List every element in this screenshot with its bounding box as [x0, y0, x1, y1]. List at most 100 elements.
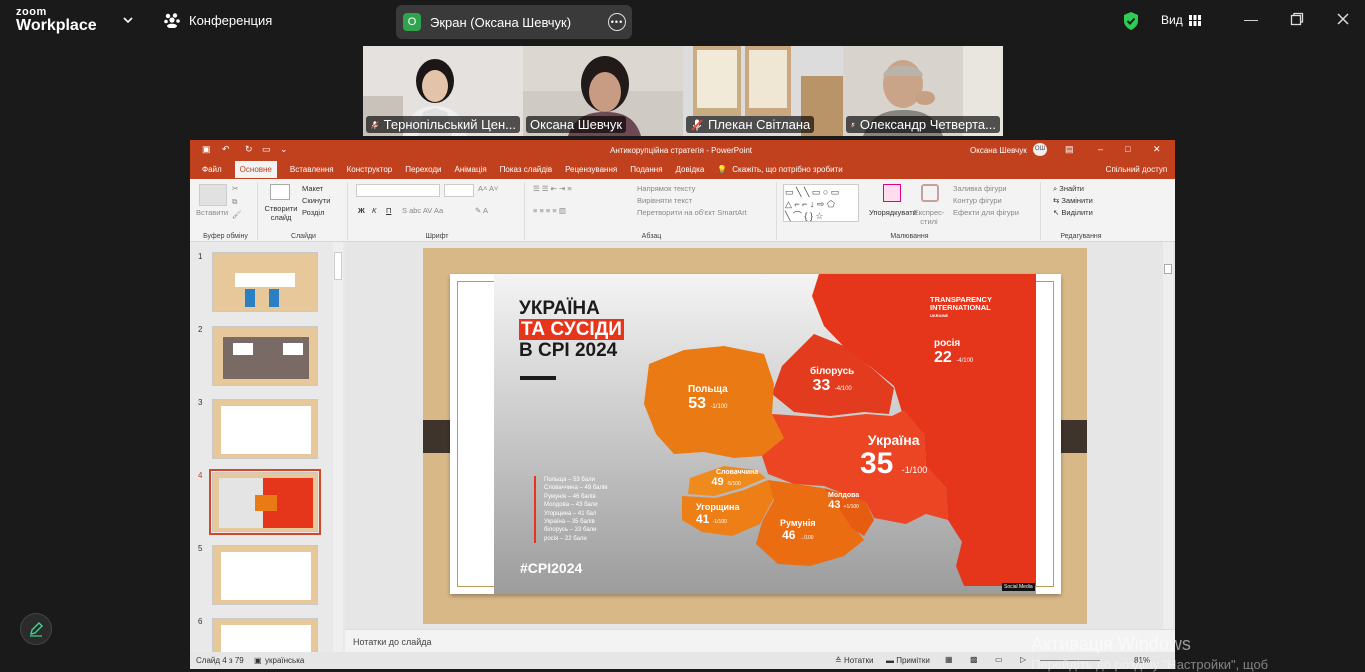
- normal-view-icon[interactable]: ▦: [945, 655, 953, 664]
- chevron-down-icon[interactable]: [121, 13, 135, 27]
- participant-tile-active[interactable]: Оксана Шевчук: [523, 46, 683, 136]
- country-name: Румунія: [780, 518, 816, 528]
- shape-fill-button[interactable]: Заливка фігури: [953, 184, 1007, 193]
- format-painter-icon[interactable]: 🖌: [232, 210, 242, 219]
- tab-file[interactable]: Файл: [202, 165, 222, 174]
- slide-number: 6: [198, 617, 203, 626]
- country-score-line: 46 →/100: [780, 528, 816, 542]
- smartart-button[interactable]: Перетворити на об'єкт SmartArt: [637, 208, 747, 217]
- thumbnail-scrollbar[interactable]: [333, 242, 343, 652]
- shield-check-icon[interactable]: [1122, 11, 1140, 31]
- cut-icon[interactable]: ✂: [232, 184, 238, 193]
- slide-thumbnail[interactable]: [212, 252, 318, 312]
- close-icon[interactable]: ✕: [1153, 144, 1161, 155]
- tab-transitions[interactable]: Переходи: [405, 165, 441, 174]
- customize-icon[interactable]: ⌄: [280, 144, 288, 155]
- paste-button[interactable]: Вставити: [196, 208, 228, 217]
- undo-icon[interactable]: ↶: [222, 144, 230, 155]
- slide-thumbnail[interactable]: [212, 399, 318, 459]
- underline-button[interactable]: П: [386, 206, 391, 215]
- copy-icon[interactable]: ⧉: [232, 197, 237, 207]
- italic-button[interactable]: К: [372, 206, 376, 215]
- tab-review[interactable]: Рецензування: [565, 165, 617, 174]
- country-max: /100: [909, 465, 928, 475]
- participant-tile[interactable]: Плекан Світлана: [683, 46, 843, 136]
- canvas-scrollbar[interactable]: [1163, 242, 1173, 629]
- comments-toggle[interactable]: ▬ Примітки: [886, 656, 930, 665]
- quick-styles-icon[interactable]: [921, 184, 939, 202]
- arrange-button[interactable]: Упорядкувати: [869, 208, 917, 217]
- presentation-icon[interactable]: ▭: [262, 144, 271, 155]
- tell-me-search[interactable]: Скажіть, що потрібно зробити: [732, 165, 842, 174]
- tab-view[interactable]: Подання: [630, 165, 662, 174]
- country-max: /100: [849, 504, 859, 510]
- bold-button[interactable]: Ж: [358, 206, 365, 215]
- ribbon-display-icon[interactable]: ▤: [1065, 144, 1074, 155]
- layout-button[interactable]: Макет: [302, 184, 323, 193]
- shape-outline-button[interactable]: Контур фігури: [953, 196, 1002, 205]
- paste-icon[interactable]: [199, 184, 227, 206]
- tab-animations[interactable]: Анімація: [454, 165, 486, 174]
- bullets-icon[interactable]: ☰ ☰ ⇤ ⇥ ≡: [533, 184, 572, 193]
- view-button[interactable]: Вид: [1161, 13, 1201, 27]
- align-text-button[interactable]: Вирівняти текст: [637, 196, 692, 205]
- close-icon[interactable]: [1336, 12, 1350, 26]
- share-button[interactable]: Спільний доступ: [1106, 165, 1168, 174]
- country-name: росія: [934, 338, 961, 349]
- new-slide-icon[interactable]: [270, 184, 290, 200]
- replace-button[interactable]: ⇆ Замінити: [1053, 196, 1093, 205]
- restore-icon[interactable]: [1290, 12, 1304, 26]
- notes-toggle[interactable]: ≙ Нотатки: [835, 656, 873, 665]
- participant-tile[interactable]: Олександр Четверта...: [843, 46, 1003, 136]
- more-options-icon[interactable]: •••: [608, 13, 626, 31]
- tab-slideshow[interactable]: Показ слайдів: [500, 165, 552, 174]
- tab-help[interactable]: Довідка: [676, 165, 705, 174]
- tab-home[interactable]: Основне: [234, 161, 277, 178]
- meeting-button[interactable]: Конференция: [163, 12, 272, 28]
- slideshow-icon[interactable]: ▷: [1020, 655, 1026, 664]
- find-button[interactable]: ⌕ Знайти: [1053, 184, 1084, 194]
- language-indicator[interactable]: українська: [265, 656, 304, 665]
- slide-title: УКРАЇНА ТА СУСІДИ В CPI 2024: [519, 298, 624, 361]
- screen-share-indicator[interactable]: О Экран (Оксана Шевчук) •••: [396, 5, 632, 39]
- participant-tile[interactable]: Тернопільський Цен...: [363, 46, 523, 136]
- slide-thumbnail-selected[interactable]: [209, 469, 321, 535]
- slide-thumbnail[interactable]: [212, 618, 318, 653]
- save-icon[interactable]: ▣: [202, 144, 211, 155]
- highlight-color-icon[interactable]: ✎ A: [475, 206, 488, 215]
- participant-name: Плекан Світлана: [708, 117, 811, 132]
- arrange-icon[interactable]: [883, 184, 901, 202]
- slide-thumbnail[interactable]: [212, 545, 318, 605]
- slide-sorter-icon[interactable]: ▩: [970, 655, 978, 664]
- strikethrough-icon[interactable]: S abc AV Aa: [402, 206, 443, 215]
- grid-icon: [1188, 14, 1201, 26]
- quick-styles-button[interactable]: Експрес-стилі: [912, 208, 946, 226]
- font-size-increase-icon[interactable]: A˄ A˅: [478, 184, 498, 193]
- tab-design[interactable]: Конструктор: [347, 165, 393, 174]
- section-button[interactable]: Розділ: [302, 208, 324, 217]
- font-name-select[interactable]: [356, 184, 440, 197]
- reading-view-icon[interactable]: ▭: [995, 655, 1003, 664]
- minimize-icon[interactable]: —: [1244, 12, 1258, 26]
- slide-number: 2: [198, 325, 203, 334]
- shapes-gallery[interactable]: ▭ ╲ ╲ ▭ ○ ▭ △ ⌐ ⌐ ↓ ⇨ ⬠ ╲ ⌒ { } ☆: [783, 184, 859, 222]
- tab-insert[interactable]: Вставлення: [290, 165, 334, 174]
- maximize-icon[interactable]: □: [1125, 144, 1130, 154]
- slide-thumbnail[interactable]: [212, 326, 318, 386]
- redo-icon[interactable]: ↻: [245, 144, 253, 155]
- reset-button[interactable]: Скинути: [302, 196, 330, 205]
- font-size-select[interactable]: [444, 184, 474, 197]
- text-direction-button[interactable]: Напрямок тексту: [637, 184, 695, 193]
- annotate-button[interactable]: [20, 613, 52, 645]
- participant-name-tag: Олександр Четверта...: [846, 116, 1000, 133]
- group-label: Слайди: [291, 233, 316, 240]
- title-underline: [520, 376, 556, 380]
- shape-effects-button[interactable]: Ефекти для фігури: [953, 208, 1019, 217]
- minimize-icon[interactable]: –: [1098, 144, 1103, 154]
- align-icons[interactable]: ≡ ≡ ≡ ≡ ▥: [533, 206, 566, 215]
- spellcheck-icon[interactable]: ▣: [254, 656, 262, 665]
- current-slide[interactable]: УКРАЇНА ТА СУСІДИ В CPI 2024 TRANSPARENC…: [423, 248, 1087, 624]
- select-button[interactable]: ↖ Виділити: [1053, 208, 1093, 217]
- new-slide-button[interactable]: Створити слайд: [262, 204, 300, 222]
- user-avatar[interactable]: ОШ: [1033, 143, 1047, 156]
